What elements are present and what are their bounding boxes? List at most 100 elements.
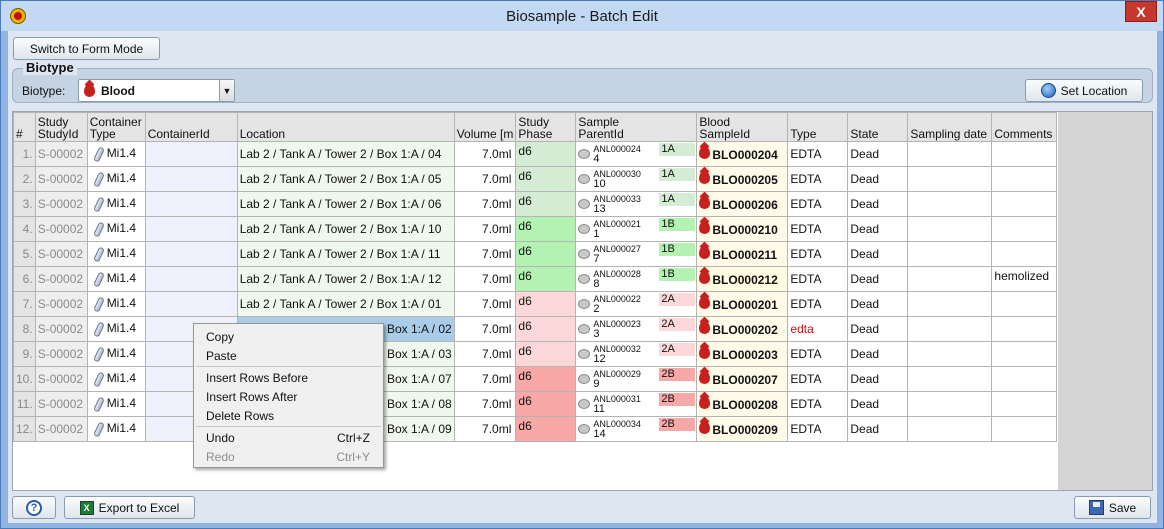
study-phase-cell[interactable]: d6 [515,341,577,367]
study-phase-cell[interactable]: d6 [515,241,577,267]
study-id-cell[interactable]: S-00002 [34,266,88,292]
sample-id-cell[interactable]: BLO000205 [696,166,789,192]
container-id-cell[interactable] [144,291,238,317]
sampling-date-cell[interactable] [907,366,993,392]
study-id-cell[interactable]: S-00002 [34,241,88,267]
parent-id-cell[interactable]: ANL000021 1 1B [575,216,698,242]
column-header[interactable]: Study Phase [515,112,577,142]
type-cell[interactable]: EDTA [787,266,849,292]
table-row[interactable]: 2. S-00002 Mi1.4 Lab 2 / Tank A / Tower 2 /… [13,166,1058,192]
study-phase-cell[interactable]: d6 [515,266,577,292]
row-number[interactable]: 5. [13,241,36,267]
parent-id-cell[interactable]: ANL000030 10 1A [575,166,698,192]
column-header[interactable]: Location [236,112,455,142]
study-phase-cell[interactable]: d6 [515,291,577,317]
row-number[interactable]: 7. [13,291,36,317]
sampling-date-cell[interactable] [907,141,993,167]
comments-cell[interactable] [991,291,1058,317]
parent-id-cell[interactable]: ANL000028 8 1B [575,266,698,292]
state-cell[interactable]: Dead [847,141,909,167]
save-button[interactable]: Save [1074,496,1151,519]
help-button[interactable]: ? [12,496,56,519]
parent-id-cell[interactable]: ANL000024 4 1A [575,141,698,167]
row-number[interactable]: 1. [13,141,36,167]
table-row[interactable]: 11. S-00002 Mi1.4 Box 1:A / 08 7.0ml d6 ANL000… [13,391,1058,417]
column-header[interactable]: ContainerId [144,112,238,142]
location-cell[interactable]: Lab 2 / Tank A / Tower 2 / Box 1:A / 05 [236,166,455,192]
table-row[interactable]: 7. S-00002 Mi1.4 Lab 2 / Tank A / Tower 2 /… [13,291,1058,317]
menu-item-paste[interactable]: Paste [194,346,383,365]
state-cell[interactable]: Dead [847,341,909,367]
container-id-cell[interactable] [144,191,238,217]
study-phase-cell[interactable]: d6 [515,166,577,192]
type-cell[interactable]: EDTA [787,241,849,267]
column-header[interactable]: Volume [m [453,112,517,142]
sample-id-cell[interactable]: BLO000208 [696,391,789,417]
state-cell[interactable]: Dead [847,366,909,392]
sample-id-cell[interactable]: BLO000210 [696,216,789,242]
parent-id-cell[interactable]: ANL000032 12 2A [575,341,698,367]
volume-cell[interactable]: 7.0ml [453,141,517,167]
container-type-cell[interactable]: Mi1.4 [86,166,146,192]
container-id-cell[interactable] [144,266,238,292]
volume-cell[interactable]: 7.0ml [453,216,517,242]
close-button[interactable]: X [1125,1,1157,22]
sampling-date-cell[interactable] [907,241,993,267]
state-cell[interactable]: Dead [847,241,909,267]
container-type-cell[interactable]: Mi1.4 [86,316,146,342]
sampling-date-cell[interactable] [907,191,993,217]
volume-cell[interactable]: 7.0ml [453,166,517,192]
parent-id-cell[interactable]: ANL000031 11 2B [575,391,698,417]
type-cell[interactable]: EDTA [787,416,849,442]
location-cell[interactable]: Lab 2 / Tank A / Tower 2 / Box 1:A / 04 [236,141,455,167]
sample-id-cell[interactable]: BLO000203 [696,341,789,367]
study-phase-cell[interactable]: d6 [515,391,577,417]
volume-cell[interactable]: 7.0ml [453,291,517,317]
row-number[interactable]: 12. [13,416,36,442]
type-cell[interactable]: EDTA [787,191,849,217]
sampling-date-cell[interactable] [907,266,993,292]
parent-id-cell[interactable]: ANL000033 13 1A [575,191,698,217]
state-cell[interactable]: Dead [847,191,909,217]
state-cell[interactable]: Dead [847,266,909,292]
sampling-date-cell[interactable] [907,291,993,317]
comments-cell[interactable] [991,341,1058,367]
type-cell[interactable]: edta [787,316,849,342]
column-header[interactable]: Comments [991,112,1058,142]
menu-item-copy[interactable]: Copy [194,327,383,346]
table-row[interactable]: 3. S-00002 Mi1.4 Lab 2 / Tank A / Tower 2 /… [13,191,1058,217]
column-header[interactable]: Study StudyId [34,112,88,142]
state-cell[interactable]: Dead [847,216,909,242]
comments-cell[interactable]: hemolized [991,266,1058,292]
column-header[interactable]: Sampling date [907,112,993,142]
comments-cell[interactable] [991,391,1058,417]
sample-id-cell[interactable]: BLO000201 [696,291,789,317]
comments-cell[interactable] [991,416,1058,442]
column-header[interactable]: State [847,112,909,142]
container-id-cell[interactable] [144,141,238,167]
study-id-cell[interactable]: S-00002 [34,191,88,217]
table-row[interactable]: 1. S-00002 Mi1.4 Lab 2 / Tank A / Tower 2 /… [13,141,1058,167]
comments-cell[interactable] [991,366,1058,392]
study-phase-cell[interactable]: d6 [515,316,577,342]
study-phase-cell[interactable]: d6 [515,216,577,242]
study-id-cell[interactable]: S-00002 [34,316,88,342]
set-location-button[interactable]: Set Location [1025,79,1143,102]
container-id-cell[interactable] [144,241,238,267]
row-number[interactable]: 4. [13,216,36,242]
row-number[interactable]: 3. [13,191,36,217]
container-type-cell[interactable]: Mi1.4 [86,216,146,242]
container-type-cell[interactable]: Mi1.4 [86,366,146,392]
sample-id-cell[interactable]: BLO000202 [696,316,789,342]
sampling-date-cell[interactable] [907,416,993,442]
study-id-cell[interactable]: S-00002 [34,341,88,367]
biotype-select[interactable]: Blood ▼ [78,79,235,102]
location-cell[interactable]: Lab 2 / Tank A / Tower 2 / Box 1:A / 06 [236,191,455,217]
container-type-cell[interactable]: Mi1.4 [86,241,146,267]
column-header[interactable]: Container Type [86,112,146,142]
parent-id-cell[interactable]: ANL000022 2 2A [575,291,698,317]
comments-cell[interactable] [991,141,1058,167]
sample-id-cell[interactable]: BLO000212 [696,266,789,292]
state-cell[interactable]: Dead [847,391,909,417]
type-cell[interactable]: EDTA [787,366,849,392]
